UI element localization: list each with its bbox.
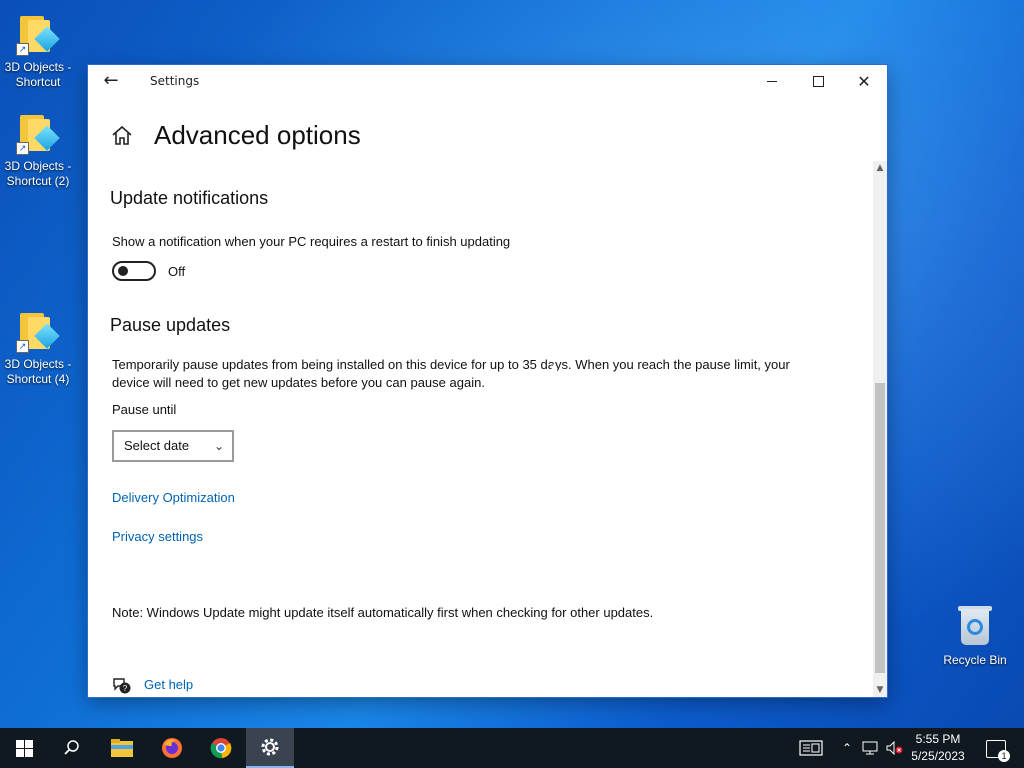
recycle-bin-icon — [951, 603, 999, 651]
minimize-icon — [767, 80, 777, 82]
pause-updates-heading: Pause updates — [110, 315, 231, 335]
chrome-icon — [210, 738, 232, 759]
taskbar-settings[interactable] — [246, 728, 294, 768]
pause-updates-description-line2: device will need to get new updates befo… — [112, 375, 485, 390]
pause-date-select[interactable]: Select date ⌄ — [112, 430, 234, 462]
close-icon: ✕ — [857, 72, 871, 91]
toggle-state-label: Off — [168, 264, 186, 279]
desktop-icon-3d-objects-shortcut[interactable]: ↗ 3D Objects - Shortcut — [0, 10, 76, 90]
back-arrow-icon[interactable]: ← — [100, 71, 122, 93]
select-value: Select date — [124, 438, 190, 453]
desktop-icon-3d-objects-shortcut-4[interactable]: ↗ 3D Objects - Shortcut (4) — [0, 307, 76, 387]
page-header: Advanced options — [110, 120, 361, 151]
pause-until-label: Pause until — [112, 402, 177, 417]
minimize-button[interactable] — [749, 65, 795, 98]
network-icon[interactable] — [860, 728, 880, 768]
settings-window: ← Settings ✕ Advanced options Update not… — [88, 65, 887, 697]
3d-objects-folder-icon: ↗ — [14, 10, 62, 58]
restart-notification-toggle[interactable] — [112, 261, 156, 281]
home-icon[interactable] — [110, 124, 134, 148]
scroll-down-arrow-icon[interactable]: ▼ — [873, 683, 887, 697]
get-help-link[interactable]: Get help — [144, 677, 193, 692]
settings-content: Advanced options Update notifications Sh… — [88, 98, 873, 697]
update-notifications-heading: Update notifications — [110, 188, 269, 208]
3d-objects-folder-icon: ↗ — [14, 109, 62, 157]
taskbar: ⌃ 5:55 PM 5/25/2023 1 — [0, 728, 1024, 768]
search-icon — [64, 740, 79, 755]
desktop-icon-label: 3D Objects - Shortcut (4) — [4, 357, 72, 386]
windows-update-note: Note: Windows Update might update itself… — [112, 605, 654, 620]
desktop: ↗ 3D Objects - Shortcut ↗ 3D Objects - S… — [0, 0, 1024, 768]
news-interests-icon[interactable] — [796, 728, 826, 768]
start-button[interactable] — [0, 728, 48, 768]
page-title: Advanced options — [154, 120, 361, 150]
firefox-icon — [162, 738, 182, 758]
delivery-optimization-link[interactable]: Delivery Optimization — [112, 490, 235, 505]
windows-logo-icon — [15, 739, 33, 757]
clock-time: 5:55 PM — [915, 732, 961, 746]
desktop-icon-label: 3D Objects - Shortcut (2) — [4, 159, 72, 188]
taskbar-firefox[interactable] — [148, 728, 196, 768]
desktop-icon-label: 3D Objects - Shortcut — [4, 60, 72, 89]
pause-updates-description-line1: Temporarily pause updates from being ins… — [112, 357, 790, 372]
maximize-button[interactable] — [795, 65, 841, 98]
desktop-icon-3d-objects-shortcut-2[interactable]: ↗ 3D Objects - Shortcut (2) — [0, 109, 76, 189]
mouse-cursor-icon — [547, 363, 561, 379]
toggle-knob — [118, 266, 128, 276]
system-clock[interactable]: 5:55 PM 5/25/2023 — [908, 731, 968, 765]
vertical-scrollbar[interactable]: ▲ ▼ — [873, 161, 887, 697]
show-hidden-icons-chevron-up-icon[interactable]: ⌃ — [838, 728, 856, 768]
search-button[interactable] — [48, 728, 96, 768]
window-title: Settings — [150, 74, 200, 88]
taskbar-chrome[interactable] — [197, 728, 245, 768]
file-explorer-icon — [111, 739, 133, 757]
close-button[interactable]: ✕ — [841, 65, 887, 98]
privacy-settings-link[interactable]: Privacy settings — [112, 529, 203, 544]
scroll-thumb[interactable] — [875, 383, 885, 673]
scroll-up-arrow-icon[interactable]: ▲ — [873, 161, 887, 175]
3d-objects-folder-icon: ↗ — [14, 307, 62, 355]
clock-date: 5/25/2023 — [911, 749, 965, 763]
svg-text:?: ? — [123, 684, 128, 693]
maximize-icon — [812, 75, 824, 87]
update-notifications-description: Show a notification when your PC require… — [112, 234, 511, 249]
notification-count-badge: 1 — [998, 750, 1010, 762]
title-bar[interactable]: ← Settings ✕ — [88, 65, 887, 98]
chevron-down-icon: ⌄ — [213, 439, 224, 453]
gear-icon — [261, 738, 279, 756]
taskbar-file-explorer[interactable] — [98, 728, 146, 768]
get-help-icon: ? — [112, 676, 132, 696]
desktop-icon-recycle-bin[interactable]: Recycle Bin — [937, 603, 1013, 668]
desktop-icon-label: Recycle Bin — [943, 653, 1007, 667]
volume-muted-icon[interactable] — [884, 728, 906, 768]
